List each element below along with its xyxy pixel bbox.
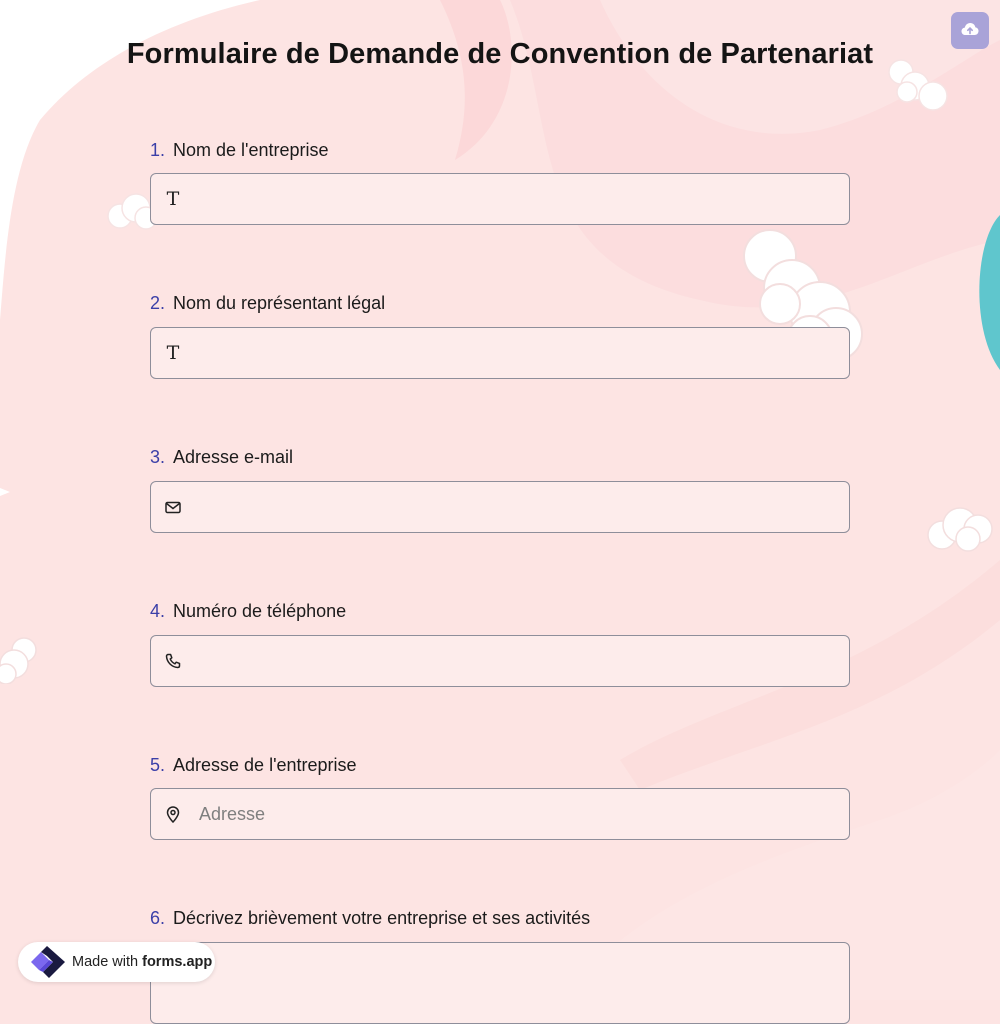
question-number: 4. bbox=[150, 601, 166, 621]
phone-field[interactable] bbox=[150, 635, 850, 687]
question-label: 6. Décrivez brièvement votre entreprise e… bbox=[150, 905, 850, 931]
question-number: 1. bbox=[150, 140, 166, 160]
question-label: 4. Numéro de téléphone bbox=[150, 598, 850, 624]
address-field[interactable]: Adresse bbox=[150, 788, 850, 840]
map-pin-icon bbox=[165, 805, 181, 823]
question-label: 1. Nom de l'entreprise bbox=[150, 137, 850, 163]
forms-app-logo-icon bbox=[27, 946, 65, 978]
question-label: 2. Nom du représentant légal bbox=[150, 290, 850, 316]
made-with-text: Made with bbox=[72, 954, 139, 970]
legal-representative-input[interactable]: T bbox=[150, 327, 850, 379]
description-textarea[interactable] bbox=[150, 942, 850, 1024]
question-text: Nom du représentant légal bbox=[173, 293, 386, 313]
company-name-input[interactable]: T bbox=[150, 173, 850, 225]
question-text: Numéro de téléphone bbox=[173, 601, 347, 621]
question-number: 3. bbox=[150, 447, 166, 467]
cloud-decoration bbox=[0, 637, 37, 684]
question-legal-representative: 2. Nom du représentant légal T bbox=[150, 290, 850, 379]
question-label: 5. Adresse de l'entreprise bbox=[150, 752, 850, 778]
input-placeholder: Adresse bbox=[199, 803, 266, 824]
question-number: 2. bbox=[150, 293, 166, 313]
mail-icon bbox=[165, 499, 181, 515]
question-text: Nom de l'entreprise bbox=[173, 140, 329, 160]
email-field[interactable] bbox=[150, 481, 850, 533]
cloud-upload-icon bbox=[961, 22, 979, 39]
question-number: 5. bbox=[150, 755, 166, 775]
question-text: Adresse de l'entreprise bbox=[173, 755, 357, 775]
question-text: Décrivez brièvement votre entreprise et … bbox=[173, 908, 591, 928]
question-company-description: 6. Décrivez brièvement votre entreprise e… bbox=[150, 905, 850, 1024]
made-with-forms-app-badge[interactable]: Made with forms.app bbox=[18, 942, 215, 982]
question-company-address: 5. Adresse de l'entreprise Adresse bbox=[150, 752, 850, 840]
question-phone: 4. Numéro de téléphone bbox=[150, 598, 850, 687]
text-icon: T bbox=[166, 342, 180, 364]
question-company-name: 1. Nom de l'entreprise T bbox=[150, 137, 850, 225]
question-label: 3. Adresse e-mail bbox=[150, 444, 850, 470]
phone-icon bbox=[165, 653, 181, 669]
question-text: Adresse e-mail bbox=[173, 447, 294, 467]
question-email: 3. Adresse e-mail bbox=[150, 444, 850, 533]
question-number: 6. bbox=[150, 908, 166, 928]
brand-name: forms.app bbox=[142, 954, 213, 970]
form-title: Formulaire de Demande de Convention de P… bbox=[126, 38, 874, 70]
cloud-decoration bbox=[927, 507, 993, 552]
text-icon: T bbox=[166, 188, 180, 210]
